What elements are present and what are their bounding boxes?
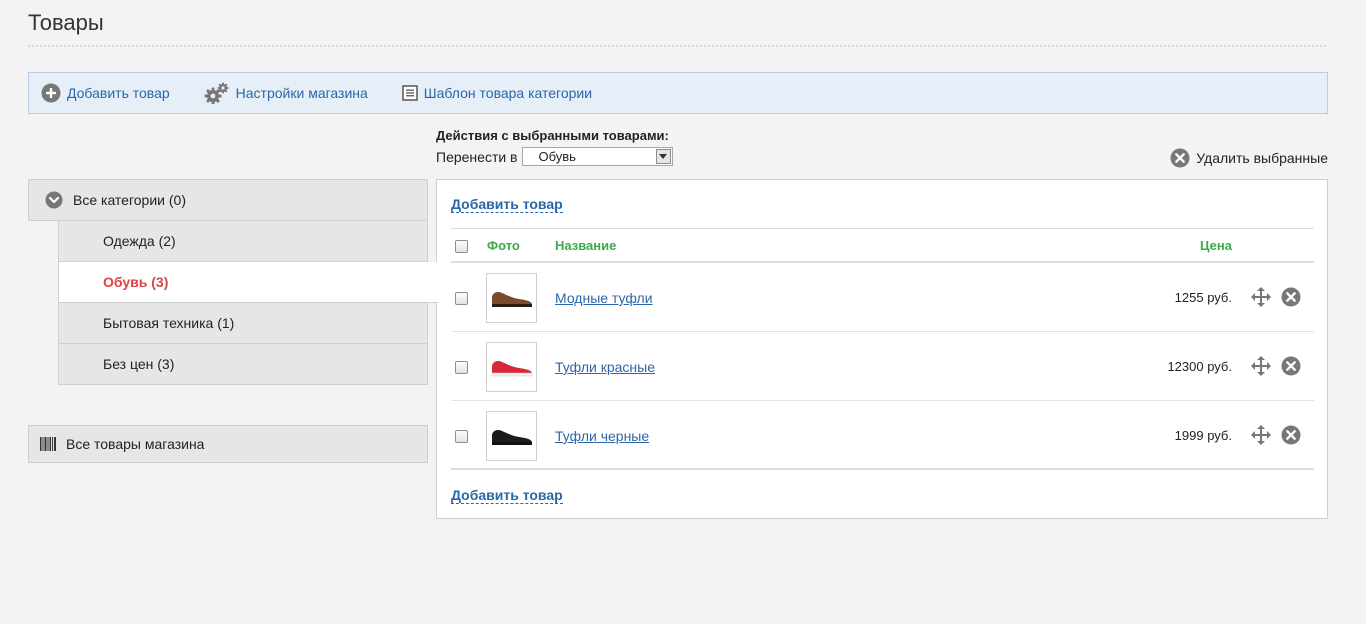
products-panel: Добавить товар Фото Название Цена Модные… — [436, 179, 1328, 519]
delete-selected-button[interactable]: Удалить выбранные — [1170, 148, 1328, 168]
x-circle-icon[interactable] — [1281, 356, 1301, 376]
row-checkbox[interactable] — [455, 292, 468, 305]
shoe-image — [491, 430, 532, 445]
move-to-select[interactable]: Обувь — [521, 147, 673, 166]
column-photo: Фото — [487, 238, 520, 253]
barcode-icon — [40, 437, 56, 451]
category-tree: Все категории (0) Одежда (2) Обувь (3) Б… — [28, 179, 438, 385]
title-divider — [28, 45, 1326, 47]
gears-icon — [204, 82, 230, 104]
move-arrows-icon[interactable] — [1251, 425, 1271, 445]
list-document-icon — [402, 85, 418, 101]
bulk-actions: Действия с выбранными товарами: Перенест… — [436, 128, 673, 166]
category-template-label: Шаблон товара категории — [423, 85, 593, 101]
table-row: Туфли черные 1999 руб. — [451, 401, 1314, 470]
x-circle-icon[interactable] — [1281, 287, 1301, 307]
shop-settings-label: Настройки магазина — [235, 85, 368, 101]
move-to-selected-value: Обувь — [538, 149, 576, 164]
table-row: Модные туфли 1255 руб. — [451, 263, 1314, 332]
toolbar: Добавить товар Настройки магазина Шаблон… — [28, 72, 1328, 114]
all-products-label: Все товары магазина — [66, 436, 205, 452]
plus-circle-icon — [41, 83, 61, 103]
table-row: Туфли красные 12300 руб. — [451, 332, 1314, 401]
shop-settings-button[interactable]: Настройки магазина — [204, 82, 368, 104]
add-product-link-bottom[interactable]: Добавить товар — [451, 487, 563, 504]
shoe-image — [491, 292, 532, 307]
category-root-label: Все категории (0) — [73, 192, 186, 208]
move-to-label: Перенести в — [436, 148, 518, 165]
product-name-link[interactable]: Модные туфли — [555, 290, 653, 306]
all-products-button[interactable]: Все товары магазина — [28, 425, 428, 463]
category-item-no-price[interactable]: Без цен (3) — [58, 344, 428, 385]
add-product-toolbar-label: Добавить товар — [67, 85, 170, 101]
shoe-image — [491, 361, 532, 377]
product-name-link[interactable]: Туфли красные — [555, 359, 655, 375]
move-arrows-icon[interactable] — [1251, 356, 1271, 376]
x-circle-icon[interactable] — [1281, 425, 1301, 445]
table-header: Фото Название Цена — [451, 228, 1314, 263]
page-title: Товары — [28, 10, 104, 35]
product-price: 1255 руб. — [1174, 290, 1232, 305]
product-photo[interactable] — [486, 411, 537, 461]
delete-selected-label: Удалить выбранные — [1196, 150, 1328, 166]
category-template-button[interactable]: Шаблон товара категории — [402, 85, 592, 101]
move-arrows-icon[interactable] — [1251, 287, 1271, 307]
category-item-shoes[interactable]: Обувь (3) — [58, 262, 438, 303]
column-price: Цена — [1200, 238, 1232, 253]
chevron-down-icon — [655, 149, 671, 164]
category-item-clothing[interactable]: Одежда (2) — [58, 221, 428, 262]
products-table: Фото Название Цена Модные туфли 1255 руб… — [451, 228, 1314, 470]
column-name: Название — [555, 238, 617, 253]
row-checkbox[interactable] — [455, 430, 468, 443]
category-item-appliances[interactable]: Бытовая техника (1) — [58, 303, 428, 344]
add-product-link-top[interactable]: Добавить товар — [451, 196, 563, 213]
add-product-toolbar-button[interactable]: Добавить товар — [41, 83, 170, 103]
product-price: 1999 руб. — [1174, 428, 1232, 443]
bulk-actions-title: Действия с выбранными товарами: — [436, 128, 669, 143]
x-circle-icon — [1170, 148, 1190, 168]
select-all-checkbox[interactable] — [455, 240, 468, 253]
chevron-down-circle-icon — [45, 191, 63, 209]
product-photo[interactable] — [486, 273, 537, 323]
row-checkbox[interactable] — [455, 361, 468, 374]
product-price: 12300 руб. — [1167, 359, 1232, 374]
category-root-all[interactable]: Все категории (0) — [28, 179, 428, 221]
product-name-link[interactable]: Туфли черные — [555, 428, 649, 444]
product-photo[interactable] — [486, 342, 537, 392]
